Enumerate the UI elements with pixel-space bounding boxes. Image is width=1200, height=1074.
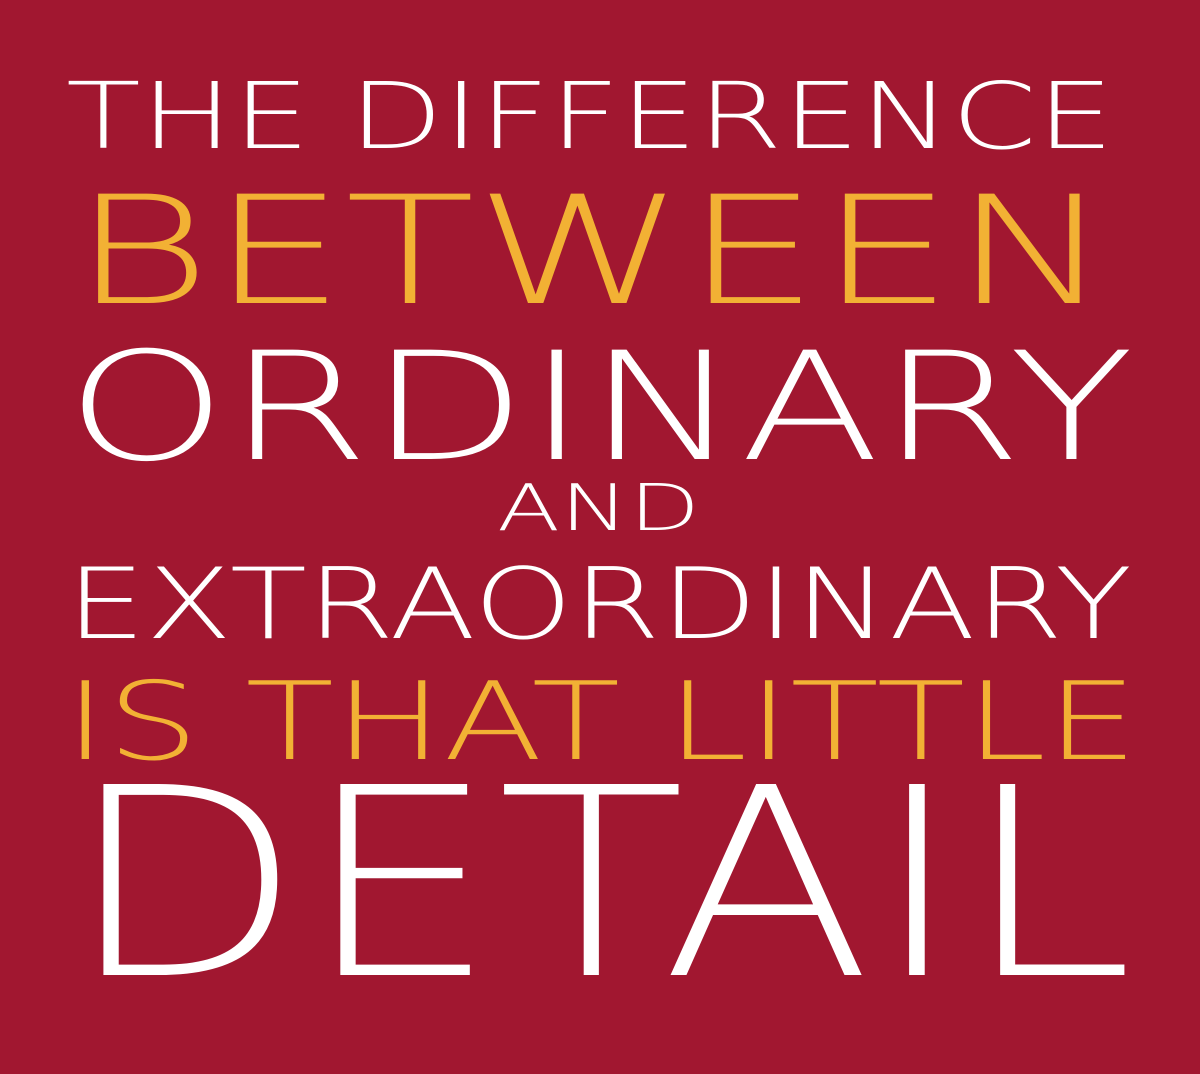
quote-line-the-difference: THE DIFFERENCE — [66, 63, 1114, 170]
quote-line-detail: DETAIL — [66, 732, 1134, 1037]
quote-line-between: BETWEEN — [72, 165, 1112, 339]
quote-canvas: THE DIFFERENCE BETWEEN ORDINARY AND EXTR… — [64, 63, 1138, 1037]
quote-line-and: AND — [497, 472, 700, 546]
quote-poster: THE DIFFERENCE BETWEEN ORDINARY AND EXTR… — [0, 0, 1200, 1074]
quote-line-ordinary: ORDINARY — [66, 321, 1134, 495]
quote-line-extraordinary: EXTRAORDINARY — [66, 548, 1132, 662]
